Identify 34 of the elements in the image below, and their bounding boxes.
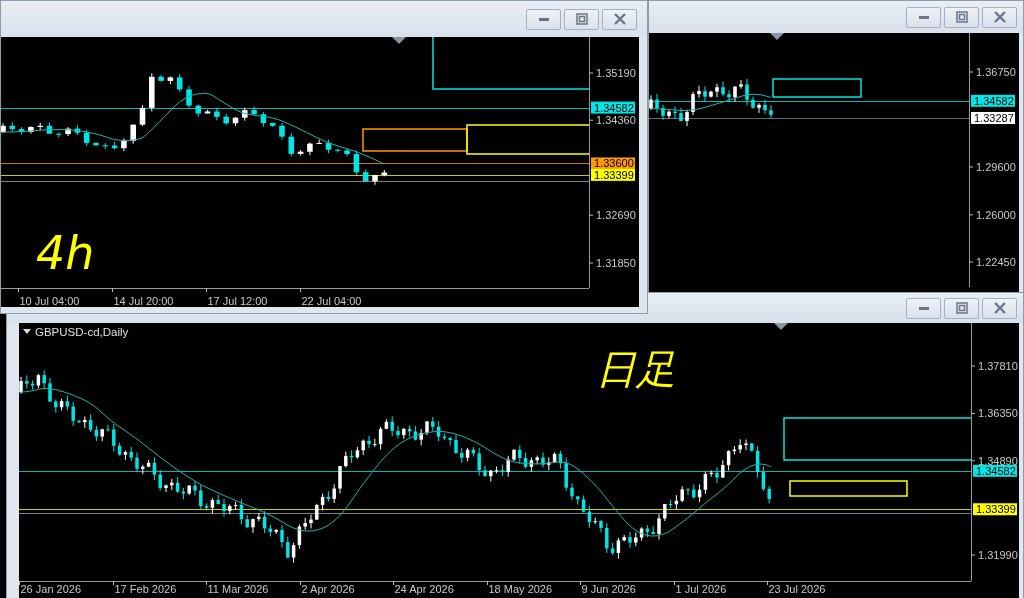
price-tag: 1.34582 [971, 94, 1015, 107]
date-label: 1 Jul 2026 [675, 583, 727, 595]
axis-label: 1.36750 [976, 66, 1016, 78]
axis-label: 1.31990 [978, 549, 1018, 561]
date-label: 10 Jul 04:00 [19, 295, 80, 307]
price-tag: 1.34582 [973, 464, 1017, 477]
date-label: 23 Jul 2026 [768, 583, 826, 595]
axis-label: 1.35190 [596, 67, 636, 79]
date-label: 17 Jul 12:00 [207, 295, 268, 307]
date-label: 18 May 2026 [488, 583, 553, 595]
handwritten-note: 4h [36, 226, 95, 280]
date-label: 17 Feb 2026 [114, 583, 177, 595]
axis-label: 1.34890 [978, 454, 1018, 467]
date-label: 24 Apr 2026 [394, 583, 454, 595]
axis-label: 1.26000 [976, 208, 1016, 221]
axis-label: 1.37810 [978, 360, 1018, 372]
price-tag: 1.33287 [971, 112, 1015, 124]
date-label: 14 Jul 20:00 [113, 295, 174, 307]
date-label: 22 Jul 04:00 [301, 295, 362, 307]
axis-label: 1.36350 [978, 407, 1018, 420]
axis-label: 1.34360 [596, 114, 636, 127]
price-tag: 1.33600 [591, 157, 635, 170]
price-tag: 1.34582 [591, 101, 635, 114]
price-tag: 1.33399 [973, 503, 1017, 516]
date-label: 2 Apr 2026 [301, 583, 355, 595]
date-label: 26 Jan 2026 [20, 583, 82, 595]
axis-label: 1.31850 [596, 257, 636, 269]
axis-label: 1.32690 [596, 209, 636, 222]
date-label: 9 Jun 2026 [581, 583, 636, 595]
handwritten-note: 日足 [596, 346, 676, 392]
date-label: 11 Mar 2026 [207, 583, 269, 595]
axis-label: 1.29600 [976, 161, 1016, 173]
axis-label: 1.22450 [976, 256, 1016, 268]
chart-title: GBPUSD-cd,Daily [35, 326, 129, 338]
